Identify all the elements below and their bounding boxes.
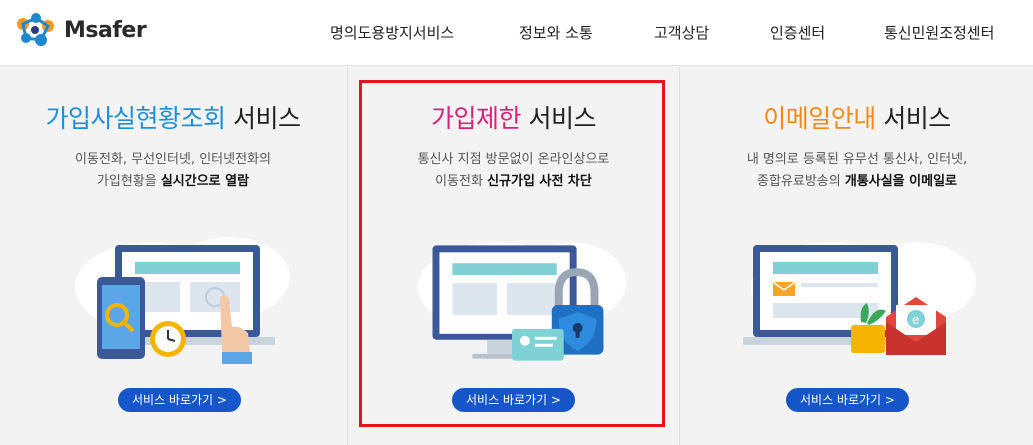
card-title: 가입사실현황조회 서비스: [0, 99, 346, 135]
card-title-highlight: 이메일안내: [763, 104, 876, 133]
card-title-rest: 서비스: [225, 104, 301, 133]
logo-mark-icon: [17, 13, 54, 46]
desc-line-2-text: 이동전화: [435, 174, 488, 189]
nav-dispute-mediation-center[interactable]: 통신민원조정센터: [884, 22, 994, 43]
desc-line-2-bold: 실시간으로 열람: [160, 174, 250, 189]
nav-identity-theft-prevention[interactable]: 명의도용방지서비스: [330, 22, 454, 43]
nav-info-communication[interactable]: 정보와 소통: [519, 22, 593, 43]
service-shortcut-button[interactable]: 서비스 바로가기 >: [786, 388, 909, 412]
desc-line-2: 가입현황을 실시간으로 열람: [0, 171, 346, 193]
realtime-lookup-illustration: [75, 237, 290, 364]
email-notice-illustration: e: [743, 242, 976, 355]
card-title-rest: 서비스: [875, 104, 951, 133]
card-description: 통신사 지점 방문없이 온라인상으로 이동전화 신규가입 사전 차단: [348, 149, 679, 193]
card-title-highlight: 가입사실현황조회: [45, 104, 227, 133]
card-title: 가입제한 서비스: [348, 99, 679, 135]
service-card-subscription-restriction: 가입제한 서비스 통신사 지점 방문없이 온라인상으로 이동전화 신규가입 사전…: [347, 67, 680, 445]
card-title-highlight: 가입제한: [431, 104, 522, 133]
desc-line-1: 이동전화, 무선인터넷, 인터넷전화의: [75, 152, 271, 167]
desc-line-1: 통신사 지점 방문없이 온라인상으로: [417, 152, 610, 167]
msafer-logo[interactable]: Msafer: [14, 10, 147, 50]
nav-certification-center[interactable]: 인증센터: [770, 22, 825, 43]
site-header: Msafer 명의도용방지서비스 정보와 소통 고객상담 인증센터 통신민원조정…: [0, 0, 1033, 66]
subscription-block-illustration: [417, 242, 627, 361]
desc-line-2-bold: 개통사실을 이메일로: [844, 174, 958, 189]
desc-line-2: 종합유료방송의 개통사실을 이메일로: [681, 171, 1033, 193]
card-title: 이메일안내 서비스: [681, 99, 1033, 135]
card-description: 내 명의로 등록된 유무선 통신사, 인터넷, 종합유료방송의 개통사실을 이메…: [681, 149, 1033, 193]
desc-line-2: 이동전화 신규가입 사전 차단: [348, 171, 679, 193]
logo-text: Msafer: [64, 17, 147, 43]
nav-customer-support[interactable]: 고객상담: [654, 22, 709, 43]
service-shortcut-button[interactable]: 서비스 바로가기 >: [452, 388, 575, 412]
service-shortcut-button[interactable]: 서비스 바로가기 >: [118, 388, 241, 412]
service-card-email-notice: 이메일안내 서비스 내 명의로 등록된 유무선 통신사, 인터넷, 종합유료방송…: [681, 67, 1033, 445]
desc-line-1: 내 명의로 등록된 유무선 통신사, 인터넷,: [746, 152, 968, 167]
service-card-subscription-status: 가입사실현황조회 서비스 이동전화, 무선인터넷, 인터넷전화의 가입현황을 실…: [0, 67, 346, 445]
card-title-rest: 서비스: [521, 104, 596, 133]
card-description: 이동전화, 무선인터넷, 인터넷전화의 가입현황을 실시간으로 열람: [0, 149, 346, 193]
desc-line-2-text: 가입현황을: [96, 174, 161, 189]
services-section: 가입사실현황조회 서비스 이동전화, 무선인터넷, 인터넷전화의 가입현황을 실…: [0, 67, 1033, 445]
email-e-glyph: e: [912, 313, 919, 327]
desc-line-2-bold: 신규가입 사전 차단: [487, 174, 592, 189]
desc-line-2-text: 종합유료방송의: [756, 174, 845, 189]
